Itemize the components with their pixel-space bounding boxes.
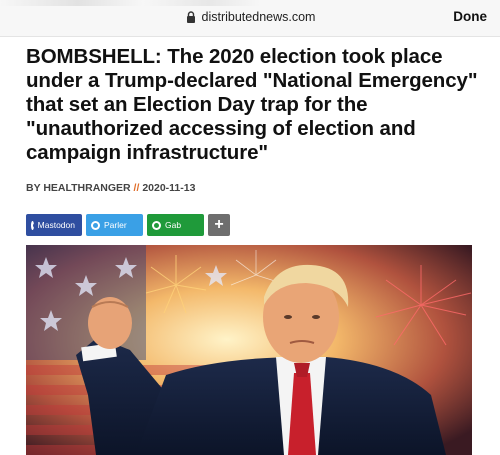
done-button[interactable]: Done: [453, 9, 487, 24]
article-headline: BOMBSHELL: The 2020 election took place …: [26, 45, 478, 164]
share-more-button[interactable]: +: [208, 214, 230, 236]
share-mastodon-button[interactable]: Mastodon: [26, 214, 82, 236]
article-byline: BY HEALTHRANGER // 2020-11-13: [26, 182, 195, 194]
share-bar: Mastodon Parler Gab +: [26, 214, 230, 236]
gab-icon: [152, 220, 161, 230]
trump-fireworks-photo: [26, 245, 472, 455]
share-parler-button[interactable]: Parler: [86, 214, 143, 236]
mastodon-icon: [31, 220, 38, 230]
author[interactable]: BY HEALTHRANGER: [26, 182, 131, 194]
share-gab-button[interactable]: Gab: [147, 214, 204, 236]
address-bar[interactable]: distributednews.com: [0, 10, 500, 24]
share-parler-label: Parler: [104, 220, 127, 230]
partial-tab-strip: [0, 0, 260, 6]
share-gab-label: Gab: [165, 220, 182, 230]
parler-icon: [91, 220, 100, 230]
publish-date: 2020-11-13: [142, 182, 196, 194]
browser-toolbar: distributednews.com Done: [0, 0, 500, 37]
article-image: [26, 245, 472, 455]
byline-separator: //: [133, 182, 140, 194]
lock-icon: [186, 11, 195, 23]
share-mastodon-label: Mastodon: [37, 220, 75, 230]
url-text: distributednews.com: [201, 10, 316, 24]
